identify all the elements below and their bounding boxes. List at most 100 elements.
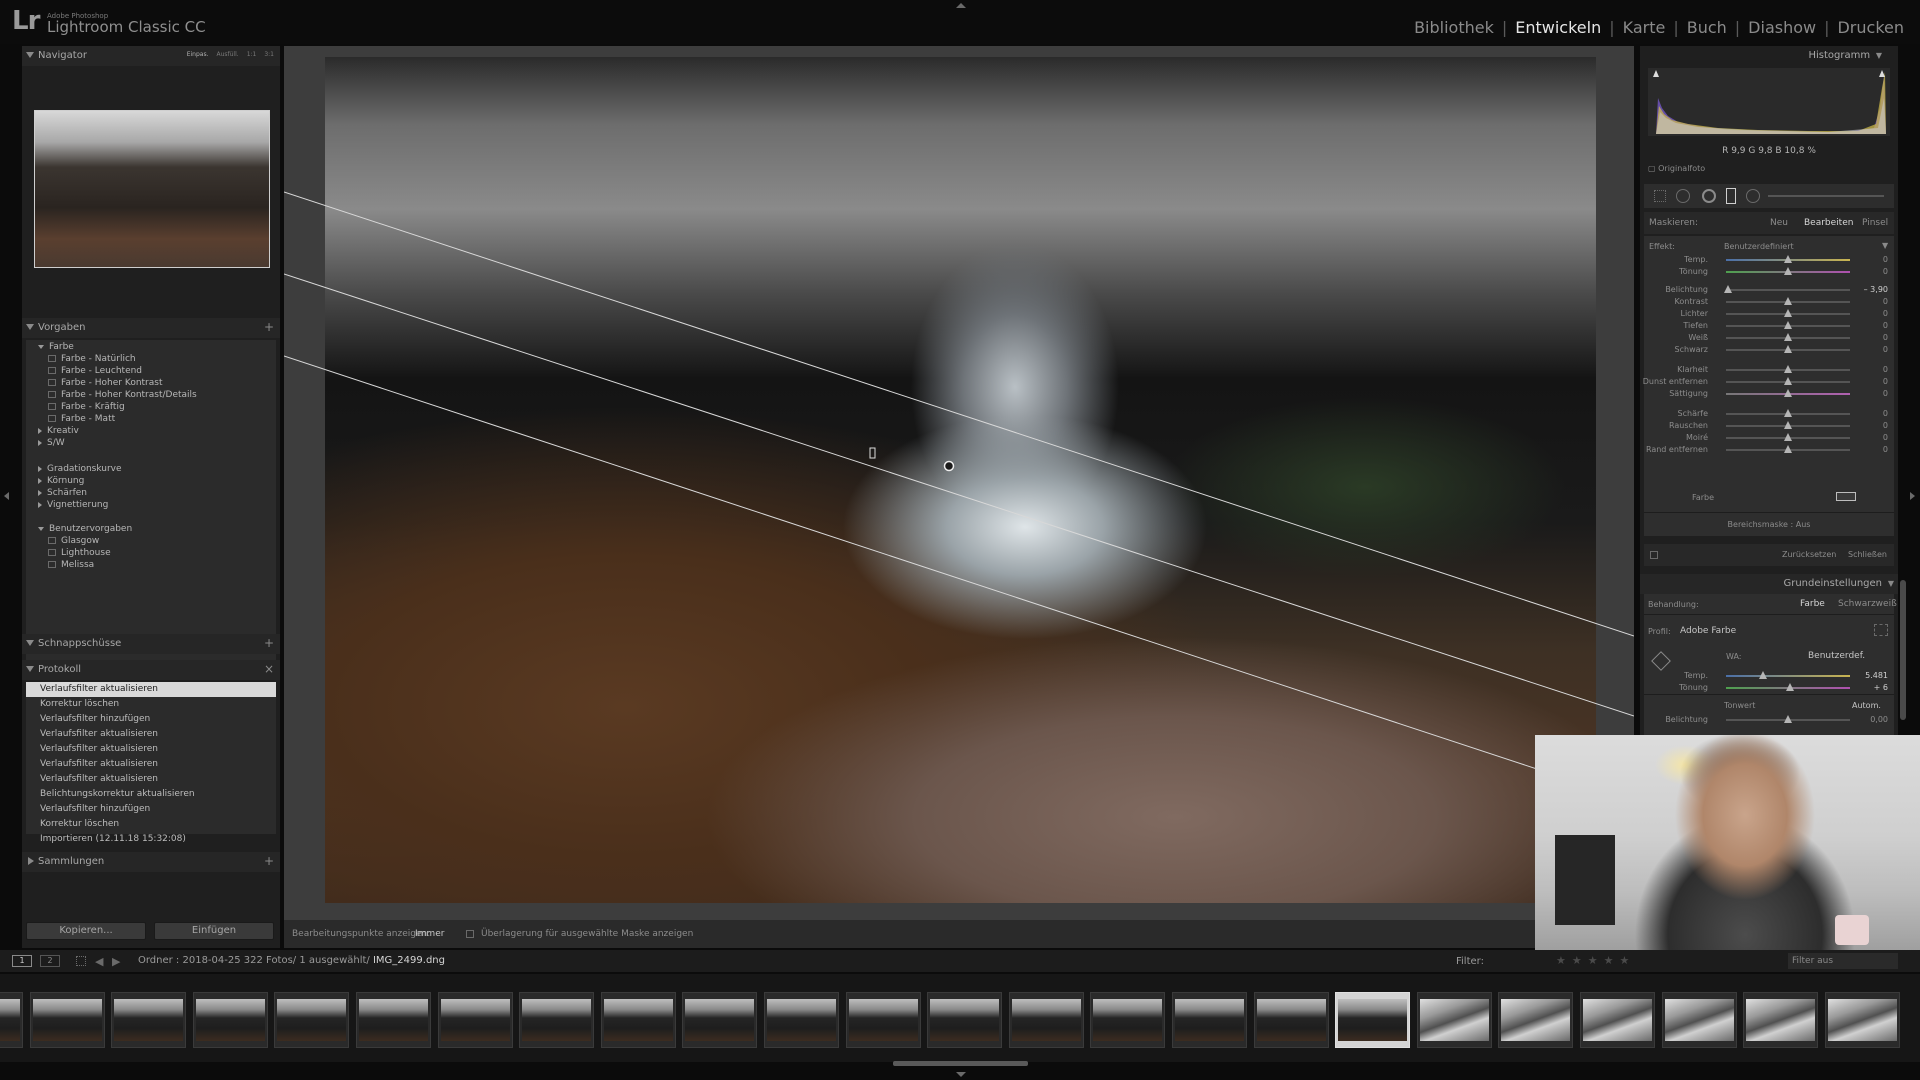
slider-tiefen[interactable]: Tiefen 0 xyxy=(1644,320,1894,332)
slider-knob[interactable] xyxy=(1784,409,1792,417)
star-icon[interactable]: ★ xyxy=(1556,954,1566,967)
star-icon[interactable]: ★ xyxy=(1604,954,1614,967)
slider-value[interactable]: 0 xyxy=(1854,267,1888,276)
preset-group[interactable]: Farbe xyxy=(38,342,74,352)
history-header[interactable]: Protokoll × xyxy=(22,660,280,680)
history-item[interactable]: Verlaufsfilter aktualisieren xyxy=(26,772,276,787)
filename[interactable]: IMG_2499.dng xyxy=(373,955,445,966)
spot-removal-icon[interactable] xyxy=(1676,189,1690,203)
mask-brush-button[interactable]: Pinsel xyxy=(1862,218,1888,228)
slider-value[interactable]: 0 xyxy=(1854,309,1888,318)
graduated-filter-overlay[interactable] xyxy=(284,46,1634,948)
filmstrip-thumbnail[interactable] xyxy=(1090,992,1165,1048)
history-item[interactable]: Belichtungskorrektur aktualisieren xyxy=(26,787,276,802)
profile-select[interactable]: Adobe Farbe xyxy=(1680,626,1736,636)
slider-value[interactable]: 0 xyxy=(1854,333,1888,342)
slider-value[interactable]: 5.481 xyxy=(1854,671,1888,680)
filmstrip-thumbnail[interactable] xyxy=(1825,992,1900,1048)
slider-schwarz[interactable]: Schwarz 0 xyxy=(1644,344,1894,356)
graduated-filter-icon[interactable] xyxy=(1726,188,1736,204)
add-preset-icon[interactable]: + xyxy=(264,320,274,334)
filmstrip-thumbnail[interactable] xyxy=(1254,992,1329,1048)
slider-dunst-entfernen[interactable]: Dunst entfernen 0 xyxy=(1643,376,1894,388)
module-entwickeln[interactable]: Entwickeln xyxy=(1507,18,1609,37)
histogram-header[interactable]: Histogramm ▼ xyxy=(1640,50,1898,61)
slider-knob[interactable] xyxy=(1784,255,1792,263)
collapse-left-panel-icon[interactable] xyxy=(4,492,9,500)
effect-select[interactable]: Benutzerdefiniert xyxy=(1724,242,1794,251)
preset-group[interactable]: Benutzervorgaben xyxy=(38,524,132,534)
snapshots-header[interactable]: Schnappschüsse + xyxy=(22,634,280,654)
slider-knob[interactable] xyxy=(1784,267,1792,275)
preset-group[interactable]: Gradationskurve xyxy=(38,464,122,474)
collections-header[interactable]: Sammlungen + xyxy=(22,852,280,872)
slider-value[interactable]: 0 xyxy=(1854,377,1888,386)
brush-tool-slider[interactable] xyxy=(1768,195,1884,197)
filmstrip-thumbnail[interactable] xyxy=(274,992,349,1048)
slider-knob[interactable] xyxy=(1784,389,1792,397)
slider-knob[interactable] xyxy=(1784,377,1792,385)
star-icon[interactable]: ★ xyxy=(1620,954,1630,967)
slider-temp-[interactable]: Temp. 0 xyxy=(1644,254,1894,266)
slider-value[interactable]: + 6 xyxy=(1854,683,1888,692)
collapse-top-panel-icon[interactable] xyxy=(956,3,966,8)
original-photo-toggle[interactable]: ▢ Originalfoto xyxy=(1648,164,1705,173)
module-drucken[interactable]: Drucken xyxy=(1829,18,1912,37)
previous-icon[interactable]: ◀ xyxy=(95,955,103,968)
profile-browser-icon[interactable] xyxy=(1874,624,1888,636)
mask-edit-button[interactable]: Bearbeiten xyxy=(1804,218,1853,228)
slider-weiß[interactable]: Weiß 0 xyxy=(1644,332,1894,344)
history-item[interactable]: Verlaufsfilter aktualisieren xyxy=(26,742,276,757)
preset-item[interactable]: Glasgow xyxy=(48,536,99,546)
slider-knob[interactable] xyxy=(1784,345,1792,353)
preset-item[interactable]: Farbe - Leuchtend xyxy=(48,366,142,376)
histogram[interactable] xyxy=(1648,68,1890,136)
crop-tool-icon[interactable] xyxy=(1654,190,1666,202)
filmstrip-thumbnail[interactable] xyxy=(601,992,676,1048)
slider-value[interactable]: 0 xyxy=(1854,345,1888,354)
slider-lichter[interactable]: Lichter 0 xyxy=(1644,308,1894,320)
history-item[interactable]: Verlaufsfilter hinzufügen xyxy=(26,802,276,817)
slider-value[interactable]: 0 xyxy=(1854,321,1888,330)
preset-item[interactable]: Melissa xyxy=(48,560,94,570)
filter-select[interactable]: Filter aus xyxy=(1788,953,1898,969)
slider-rand-entfernen[interactable]: Rand entfernen 0 xyxy=(1644,444,1894,456)
filmstrip-thumbnail-selected[interactable] xyxy=(1335,992,1410,1048)
history-item[interactable]: Verlaufsfilter hinzufügen xyxy=(26,712,276,727)
filmstrip-thumbnail[interactable] xyxy=(193,992,268,1048)
history-item[interactable]: Korrektur löschen xyxy=(26,817,276,832)
filter-line-bottom[interactable] xyxy=(284,355,1634,802)
preset-group[interactable]: Kreativ xyxy=(38,426,79,436)
zoom-fill[interactable]: Ausfüll. xyxy=(216,51,238,58)
add-collection-icon[interactable]: + xyxy=(264,854,274,868)
preset-item[interactable]: Farbe - Hoher Kontrast xyxy=(48,378,163,388)
zoom-3-1[interactable]: 3:1 xyxy=(264,51,274,58)
clear-history-icon[interactable]: × xyxy=(264,662,274,676)
zoom-1-1[interactable]: 1:1 xyxy=(247,51,257,58)
filter-pin-icon[interactable] xyxy=(943,460,955,472)
slider-knob[interactable] xyxy=(1759,671,1768,679)
navigator-preview[interactable] xyxy=(34,110,270,268)
collapse-filmstrip-icon[interactable] xyxy=(956,1072,966,1077)
filmstrip-thumbnail[interactable] xyxy=(1417,992,1492,1048)
filmstrip-thumbnail[interactable] xyxy=(1580,992,1655,1048)
paste-button[interactable]: Einfügen xyxy=(154,922,274,940)
basic-collapse-icon[interactable]: ▼ xyxy=(1888,579,1894,588)
slider-knob[interactable] xyxy=(1784,433,1792,441)
close-button[interactable]: Schließen xyxy=(1848,550,1887,559)
filmstrip-thumbnail[interactable] xyxy=(1743,992,1818,1048)
preset-group[interactable]: Schärfen xyxy=(38,488,87,498)
slider-belichtung[interactable]: Belichtung – 3,90 xyxy=(1644,284,1894,296)
slider-track[interactable] xyxy=(1726,675,1850,677)
preset-item[interactable]: Lighthouse xyxy=(48,548,111,558)
highlight-clipping-icon[interactable] xyxy=(1879,70,1885,77)
preset-item[interactable]: Farbe - Matt xyxy=(48,414,115,424)
right-panel-scrollbar[interactable] xyxy=(1900,580,1906,720)
grid-icon[interactable] xyxy=(76,956,86,966)
slider-knob[interactable] xyxy=(1786,683,1795,691)
preset-item[interactable]: Farbe - Kräftig xyxy=(48,402,125,412)
filmstrip-scrollbar[interactable] xyxy=(893,1061,1028,1066)
star-icon[interactable]: ★ xyxy=(1572,954,1582,967)
filmstrip-thumbnail[interactable] xyxy=(846,992,921,1048)
slider-value[interactable]: 0 xyxy=(1854,445,1888,454)
